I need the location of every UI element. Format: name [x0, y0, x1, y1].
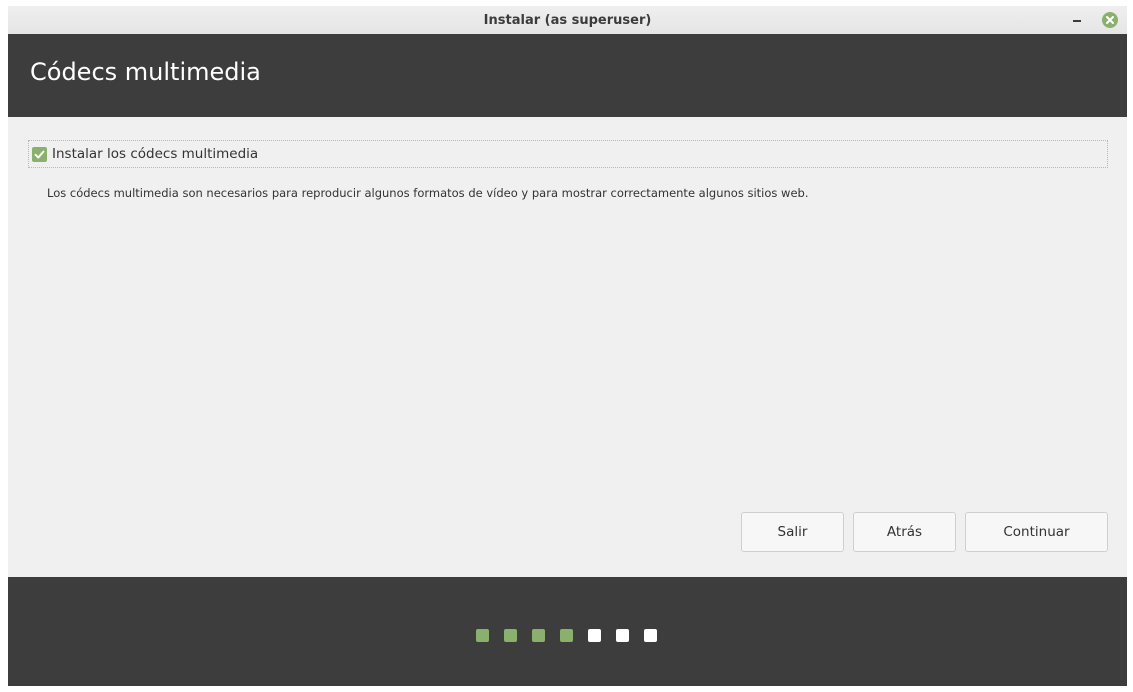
progress-step-completed — [532, 629, 545, 642]
progress-step-completed — [560, 629, 573, 642]
progress-step-pending — [616, 629, 629, 642]
progress-indicator — [476, 629, 657, 642]
install-codecs-checkbox[interactable] — [32, 146, 47, 162]
checkmark-icon — [34, 150, 45, 158]
progress-footer — [8, 577, 1127, 686]
progress-step-pending — [644, 629, 657, 642]
page-title: Códecs multimedia — [30, 58, 261, 86]
minimize-icon — [1073, 19, 1081, 22]
close-icon — [1102, 12, 1118, 28]
install-codecs-option[interactable]: Instalar los códecs multimedia — [28, 140, 1108, 168]
install-codecs-label: Instalar los códecs multimedia — [52, 146, 259, 162]
window-title: Instalar (as superuser) — [483, 12, 652, 28]
quit-button[interactable]: Salir — [741, 512, 844, 552]
minimize-button[interactable] — [1067, 10, 1087, 30]
back-button[interactable]: Atrás — [853, 512, 956, 552]
page-header: Códecs multimedia — [8, 34, 1127, 117]
progress-step-pending — [588, 629, 601, 642]
codecs-description: Los códecs multimedia son necesarios par… — [47, 186, 809, 200]
installer-window: Instalar (as superuser) Códecs multimedi… — [8, 6, 1127, 686]
continue-button[interactable]: Continuar — [965, 512, 1108, 552]
title-bar[interactable]: Instalar (as superuser) — [8, 6, 1127, 34]
progress-step-completed — [504, 629, 517, 642]
close-button[interactable] — [1101, 11, 1119, 29]
progress-step-completed — [476, 629, 489, 642]
